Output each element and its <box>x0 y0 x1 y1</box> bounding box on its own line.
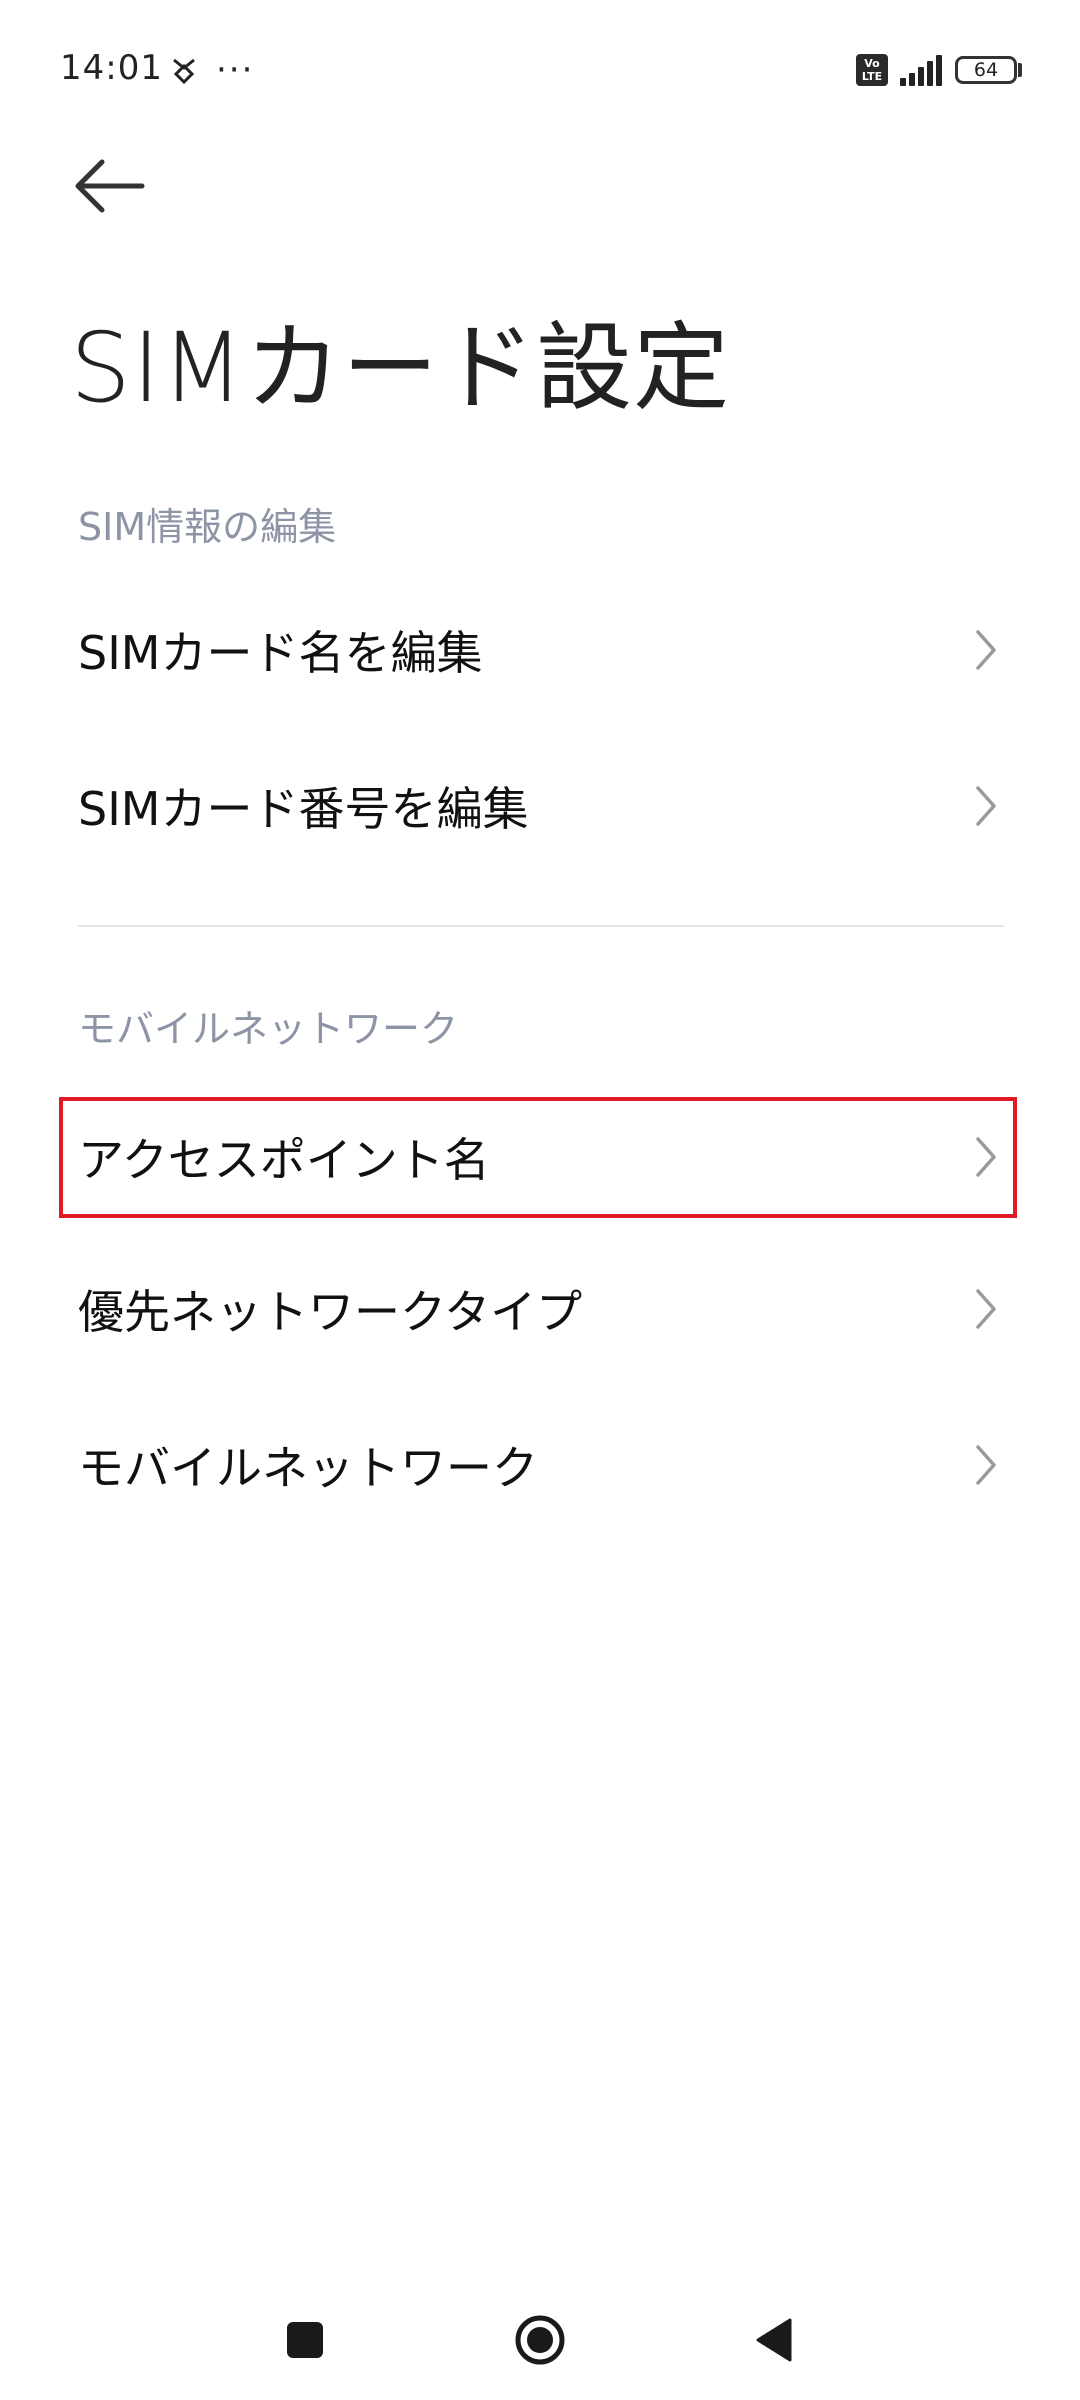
volte-top-label: Vo <box>864 57 880 70</box>
list-item-label: SIMカード名を編集 <box>78 626 483 680</box>
battery-tip <box>1018 63 1022 77</box>
location-icon <box>173 58 195 84</box>
list-item-label: 優先ネットワークタイプ <box>78 1285 583 1339</box>
list-item-label: モバイルネットワーク <box>78 1441 538 1495</box>
recents-button[interactable] <box>287 2322 323 2358</box>
access-point-name-item[interactable]: アクセスポイント名 <box>60 1097 1020 1217</box>
volte-icon: Vo LTE <box>856 54 888 86</box>
navigation-bar <box>0 2280 1080 2400</box>
chevron-right-icon <box>976 1137 996 1177</box>
battery-level: 64 <box>973 59 999 81</box>
edit-sim-name-item[interactable]: SIMカード名を編集 <box>60 590 1020 710</box>
mobile-network-item[interactable]: モバイルネットワーク <box>60 1405 1020 1525</box>
section-header-sim-info: SIM情報の編集 <box>78 505 337 549</box>
page-title: SIMカード設定 <box>70 312 731 424</box>
chevron-right-icon <box>976 1445 996 1485</box>
chevron-right-icon <box>976 630 996 670</box>
preferred-network-type-item[interactable]: 優先ネットワークタイプ <box>60 1249 1020 1369</box>
status-bar: 14:01 ··· Vo LTE 64 <box>0 0 1080 140</box>
volte-bottom-label: LTE <box>861 70 883 83</box>
section-divider <box>78 925 1004 927</box>
arrow-left-icon <box>75 159 145 213</box>
section-header-mobile-network: モバイルネットワーク <box>78 1007 459 1051</box>
status-time: 14:01 <box>60 48 163 88</box>
chevron-right-icon <box>976 786 996 826</box>
nav-back-button[interactable] <box>754 2316 794 2364</box>
list-item-label: アクセスポイント名 <box>78 1133 490 1187</box>
more-notifications-icon: ··· <box>216 50 255 90</box>
chevron-right-icon <box>976 1289 996 1329</box>
back-button[interactable] <box>66 148 156 228</box>
edit-sim-number-item[interactable]: SIMカード番号を編集 <box>60 746 1020 866</box>
battery-icon: 64 <box>955 56 1017 84</box>
home-button[interactable] <box>514 2314 566 2366</box>
list-item-label: SIMカード番号を編集 <box>78 782 529 836</box>
signal-strength-icon <box>900 55 942 86</box>
